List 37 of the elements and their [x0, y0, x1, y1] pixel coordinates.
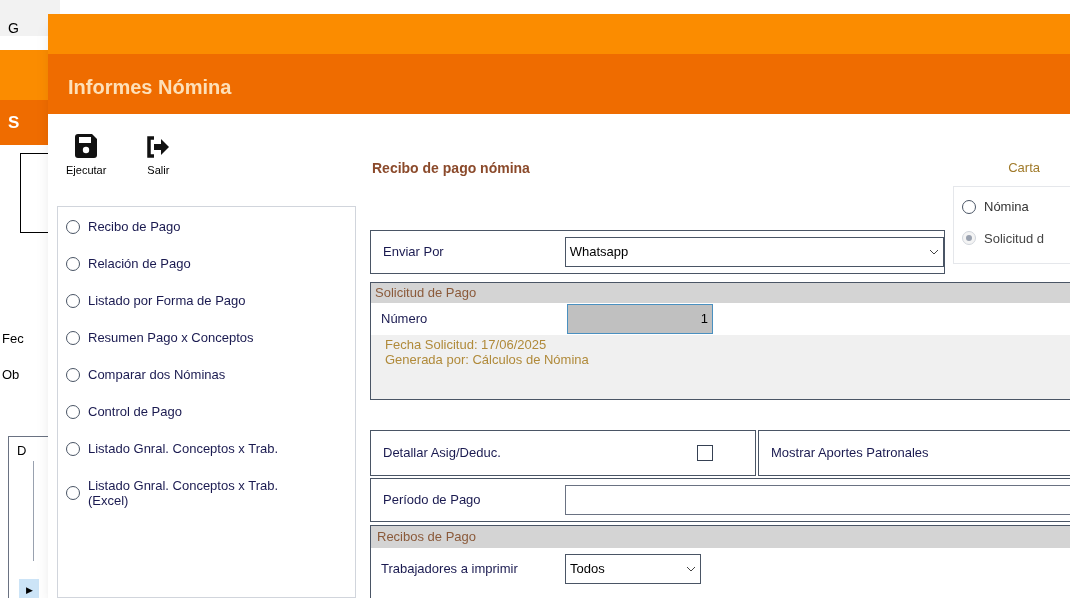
checkbox[interactable]	[697, 445, 713, 461]
workers-dropdown[interactable]: Todos	[565, 554, 701, 584]
option-label: Mostrar Aportes Patronales	[771, 444, 929, 463]
info-text: Fecha Solicitud: 17/06/2025	[385, 337, 548, 352]
period-field[interactable]	[565, 485, 1070, 515]
column-header: D	[16, 442, 28, 460]
report-option[interactable]: Resumen Pago x Conceptos	[88, 330, 318, 345]
section-header: Solicitud de Pago	[371, 283, 1070, 303]
field-label: Enviar Por	[383, 243, 445, 262]
field-label: Fec	[2, 330, 25, 348]
exit-icon	[146, 135, 171, 158]
chevron-down-icon	[686, 566, 696, 572]
field-label: Trabajadores a imprimir	[381, 560, 519, 579]
source-option[interactable]: Nómina	[984, 197, 1029, 217]
report-option[interactable]: Recibo de Pago	[88, 219, 318, 234]
number-field[interactable]: 1	[567, 304, 713, 334]
report-option[interactable]: Listado Gnral. Conceptos x Trab.	[88, 441, 318, 456]
section-header: Recibos de Pago	[371, 526, 1070, 548]
report-option[interactable]: Control de Pago	[88, 404, 318, 419]
info-text: Generada por: Cálculos de Nómina	[385, 352, 590, 367]
option-label: Detallar Asig/Deduc.	[383, 444, 502, 463]
field-label: Período de Pago	[383, 491, 482, 510]
paper-format: Carta	[1008, 159, 1040, 178]
report-title: Recibo de pago nómina	[371, 158, 530, 178]
send-by-dropdown[interactable]: Whatsapp	[564, 237, 944, 267]
exit-button[interactable]: Salir	[146, 135, 171, 178]
field-label: Ob	[2, 365, 21, 384]
report-option[interactable]: Listado por Forma de Pago	[88, 293, 318, 308]
run-button[interactable]: Ejecutar	[66, 133, 107, 178]
field-label: Número	[381, 310, 429, 329]
dialog-title: Informes Nómina	[48, 54, 1070, 114]
report-option[interactable]: Listado Gnral. Conceptos x Trab. (Excel)	[88, 478, 318, 508]
source-option[interactable]: Solicitud d	[984, 228, 1044, 248]
chevron-down-icon	[929, 249, 939, 255]
report-option[interactable]: Relación de Pago	[88, 256, 318, 271]
row-marker: ▶	[19, 579, 39, 598]
report-option[interactable]: Comparar dos Nóminas	[88, 367, 318, 382]
